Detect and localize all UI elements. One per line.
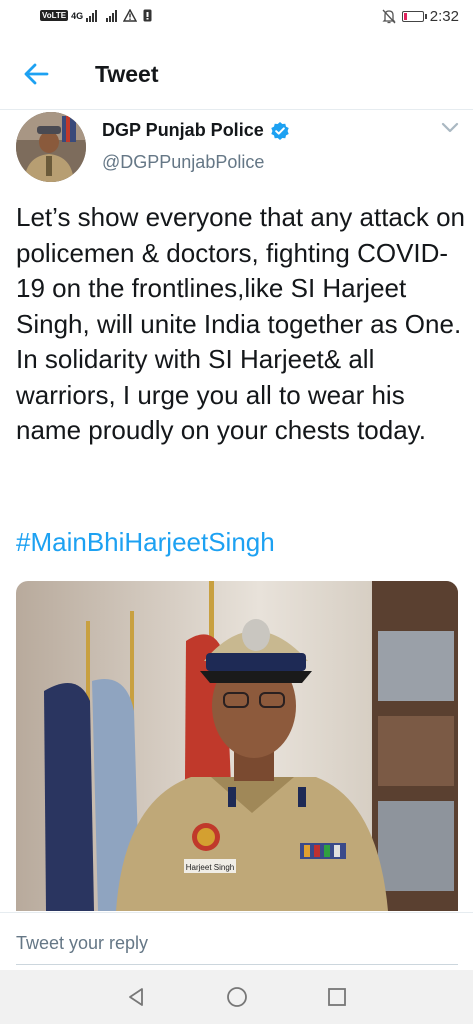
reply-bar: Tweet your reply (0, 912, 473, 970)
author-row: DGP Punjab Police (102, 120, 290, 141)
sim-icon (143, 9, 152, 22)
tweet-media-image[interactable]: Harjeet Singh (16, 581, 458, 911)
author-name[interactable]: DGP Punjab Police (102, 120, 264, 141)
hashtag-link[interactable]: #MainBhiHarjeetSingh (16, 525, 275, 560)
status-left-icons: VoLTE 4G (40, 9, 152, 22)
battery-icon (401, 11, 427, 22)
signal-icon (86, 9, 98, 22)
nav-home-icon[interactable] (225, 985, 249, 1009)
status-bar: VoLTE 4G 2:32 (0, 0, 473, 36)
tweet-text: Let’s show everyone that any attack on p… (16, 202, 466, 445)
top-app-bar: Tweet (0, 36, 473, 110)
verified-badge-icon (271, 121, 289, 140)
system-nav-bar (0, 970, 473, 1024)
arrow-left-icon[interactable] (20, 58, 52, 90)
network-label: 4G (71, 10, 84, 21)
clock: 2:32 (429, 8, 459, 25)
status-right-icons: 2:32 (382, 8, 459, 25)
mute-icon (382, 9, 396, 24)
signal-2-icon (106, 9, 118, 22)
volte-badge: VoLTE (40, 10, 69, 21)
name-tag: Harjeet Singh (186, 863, 234, 872)
avatar-image (16, 112, 86, 182)
chevron-down-icon[interactable] (441, 122, 459, 134)
page-title: Tweet (95, 61, 159, 87)
officer-photo: Harjeet Singh (16, 581, 458, 911)
nav-recents-icon[interactable] (325, 985, 349, 1009)
nav-back-icon[interactable] (124, 985, 148, 1009)
alert-icon (123, 9, 138, 22)
author-handle[interactable]: @DGPPunjabPolice (102, 152, 264, 173)
reply-input[interactable]: Tweet your reply (16, 933, 458, 965)
avatar[interactable] (16, 112, 86, 182)
